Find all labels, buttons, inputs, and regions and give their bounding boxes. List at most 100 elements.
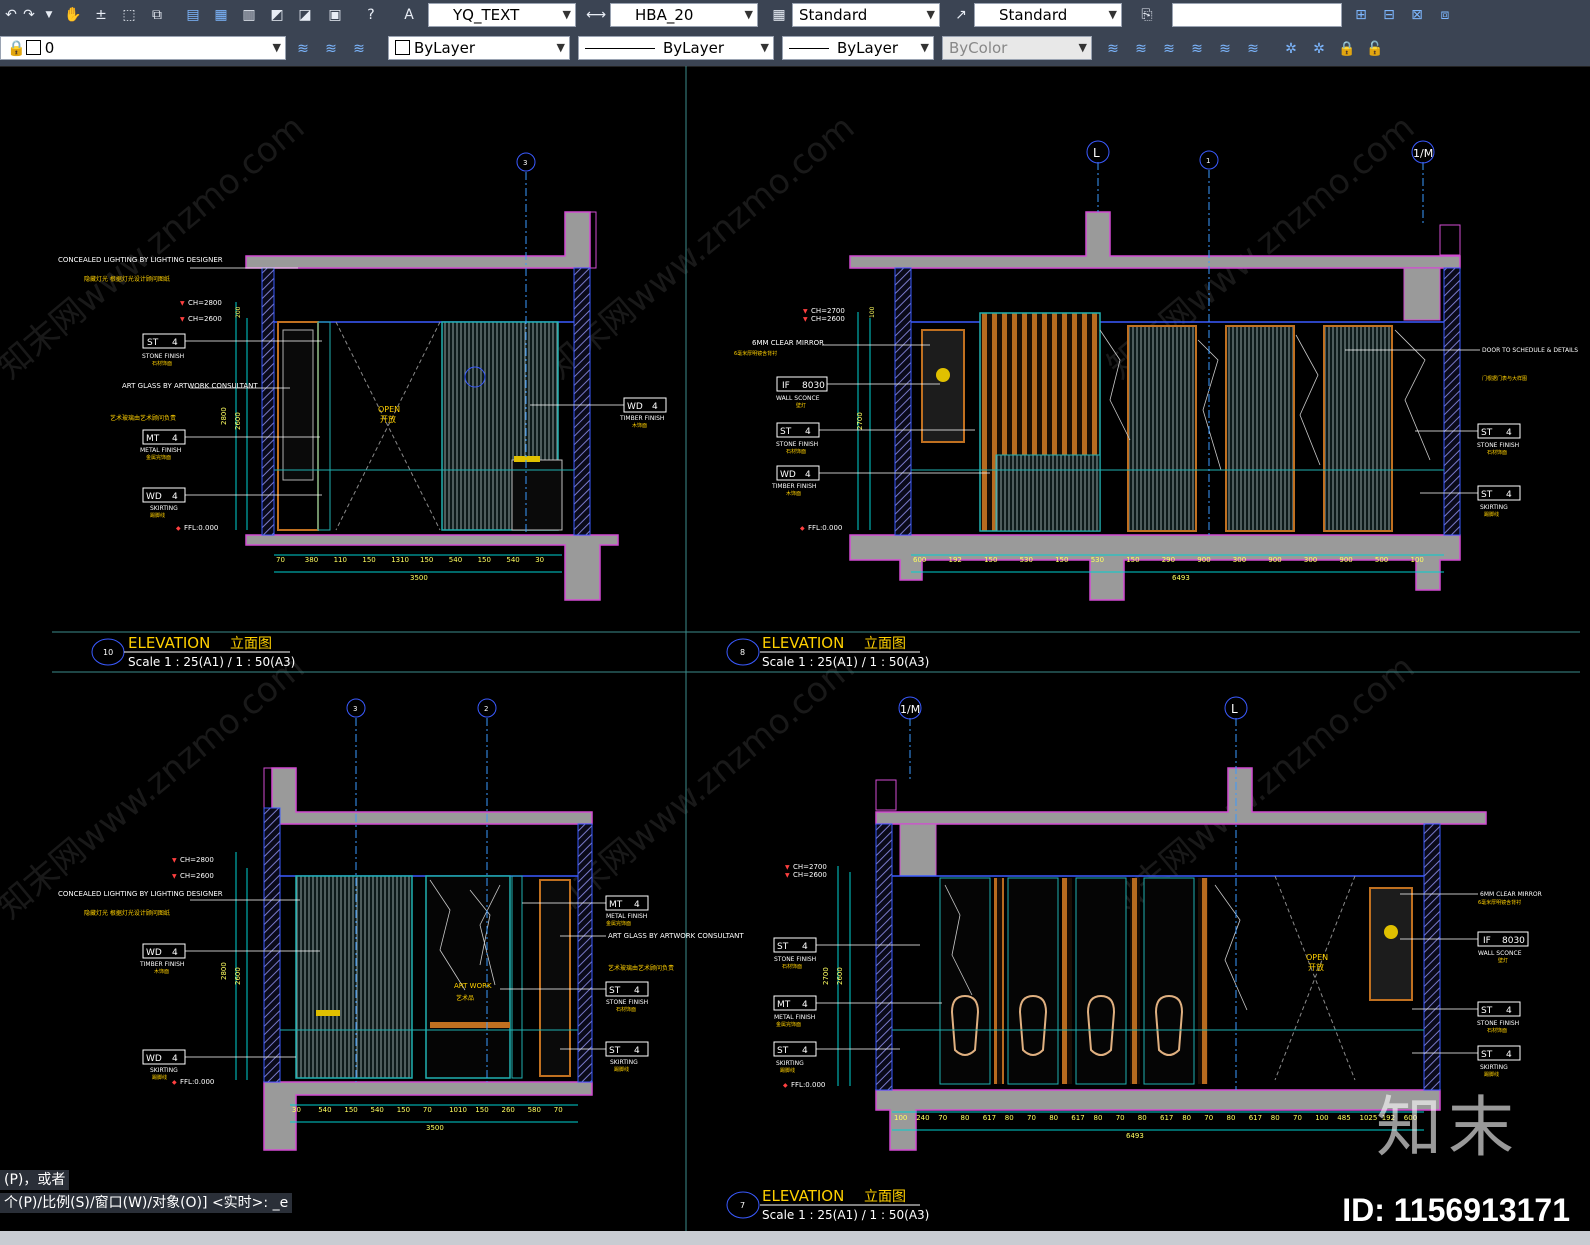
- layer-on-icon[interactable]: ≋: [1186, 38, 1208, 60]
- svg-text:ST: ST: [780, 427, 792, 437]
- svg-text:木饰面: 木饰面: [154, 968, 169, 975]
- floor-slab: [849, 534, 1461, 601]
- tag-st-4: ST 4 STONE FINISH 石材饰面: [773, 937, 920, 970]
- elevation-title-8: 8 ELEVATION 立面图 Scale 1 : 25(A1) / 1 : 5…: [726, 634, 929, 669]
- layers-toolbar: 🔒 0 ▼ ≋ ≋ ≋ ByLayer ▼ ByLayer ▼ ByLayer ▼ ByC…: [0, 32, 1590, 67]
- svg-text:SKIRTING: SKIRTING: [150, 505, 178, 512]
- command-prompt[interactable]: 个(P)/比例(S)/窗口(W)/对象(O)] <实时>: _e: [0, 1193, 293, 1213]
- mirror: [1369, 887, 1413, 1001]
- layer-states-icon[interactable]: ≋: [348, 38, 370, 60]
- lineweight-select[interactable]: ByLayer ▼: [782, 36, 934, 60]
- layer-uniso-icon[interactable]: ≋: [1130, 38, 1152, 60]
- ceiling-slab: [849, 211, 1461, 269]
- layer-previous-icon[interactable]: ≋: [320, 38, 342, 60]
- lock-icon: 🔒: [7, 39, 26, 57]
- zoom-previous-icon[interactable]: ⧉: [146, 4, 168, 26]
- viewport-scale-icon[interactable]: ⊠: [1406, 4, 1428, 26]
- layer-iso-icon[interactable]: ≋: [1102, 38, 1124, 60]
- table-style-icon[interactable]: ▦: [768, 4, 790, 26]
- door-panel: [1323, 325, 1393, 532]
- design-center-icon[interactable]: ▦: [210, 4, 232, 26]
- chevron-down-icon: ▼: [562, 8, 571, 21]
- grid-label: L: [1231, 702, 1238, 716]
- timber-divider: [1198, 878, 1208, 1084]
- new-viewport-icon[interactable]: ⊞: [1350, 4, 1372, 26]
- urinal-bay: [1143, 877, 1195, 1085]
- svg-text:8030: 8030: [802, 381, 825, 391]
- calculator-icon[interactable]: ▣: [324, 4, 346, 26]
- layer-walk-icon[interactable]: ✲: [1280, 38, 1302, 60]
- properties-icon[interactable]: ▤: [182, 4, 204, 26]
- svg-text:金属完饰面: 金属完饰面: [776, 1021, 801, 1028]
- dimension-value: 600: [913, 556, 926, 564]
- sheet-set-icon[interactable]: ◩: [266, 4, 288, 26]
- make-current-layer-icon[interactable]: ≋: [292, 38, 314, 60]
- svg-text:4: 4: [805, 427, 811, 437]
- level-label: CH=2600: [180, 872, 214, 880]
- svg-text:4: 4: [634, 900, 640, 910]
- chevron-down-icon: ▼: [760, 41, 769, 54]
- svg-text:4: 4: [172, 338, 178, 348]
- text-style-icon[interactable]: A: [398, 4, 420, 26]
- tag-mt-4: MT 4 METAL FINISH 金属完饰面: [773, 995, 942, 1028]
- zoom-realtime-icon[interactable]: ±: [90, 4, 112, 26]
- help-icon[interactable]: ?: [360, 4, 382, 26]
- dimension-value: 530: [1091, 556, 1104, 564]
- table-style-select[interactable]: Standard ▼: [792, 3, 940, 27]
- svg-text:SKIRTING: SKIRTING: [610, 1059, 638, 1066]
- redo-icon[interactable]: ↷: [18, 4, 40, 26]
- layer-unlock-icon[interactable]: 🔓: [1364, 38, 1386, 60]
- linetype-select[interactable]: ByLayer ▼: [578, 36, 774, 60]
- dimension-value: 70: [423, 1106, 432, 1114]
- chevron-down-icon: ▼: [1078, 41, 1087, 54]
- artwork-label-cn: 艺术品: [456, 994, 474, 1002]
- grid-label: 1/M: [900, 703, 920, 716]
- svg-text:木饰面: 木饰面: [632, 422, 647, 429]
- layer-freeze-icon[interactable]: ≋: [1214, 38, 1236, 60]
- dimension-value: 540: [371, 1106, 384, 1114]
- svg-text:TIMBER FINISH: TIMBER FINISH: [771, 483, 816, 490]
- dimension-style-select[interactable]: HBA_20 ▼: [610, 3, 758, 27]
- color-select[interactable]: ByLayer ▼: [388, 36, 570, 60]
- redo-dropdown-icon[interactable]: ▼: [38, 4, 60, 26]
- layer-off-icon[interactable]: ≋: [1158, 38, 1180, 60]
- search-input[interactable]: [1172, 3, 1342, 27]
- timber-slat-wall: [295, 875, 413, 1079]
- dimension-value: 617: [1071, 1114, 1084, 1122]
- zoom-window-icon[interactable]: ⬚: [118, 4, 140, 26]
- dimension-total: 6493: [1126, 1132, 1144, 1140]
- dimension-value: 192: [949, 556, 962, 564]
- svg-text:WALL SCONCE: WALL SCONCE: [1478, 950, 1522, 957]
- pan-icon[interactable]: ✋: [62, 4, 84, 26]
- publish-icon[interactable]: ⧈: [1434, 4, 1456, 26]
- image-id: ID: 1156913171: [1342, 1192, 1570, 1228]
- dimension-value: 100: [894, 1114, 907, 1122]
- grid-label: 2: [484, 705, 488, 713]
- markup-icon[interactable]: ◪: [294, 4, 316, 26]
- dimension-value: 100: [1315, 1114, 1328, 1122]
- svg-text:STONE FINISH: STONE FINISH: [142, 353, 184, 360]
- drawing-canvas[interactable]: 知末网www.znzmo.com 知末网www.znzmo.com 知末网www…: [0, 66, 1590, 1245]
- wall-sconce-icon: [1384, 925, 1398, 939]
- wall-sconce-icon: [936, 368, 950, 382]
- text-style-select[interactable]: YQ_TEXT ▼: [428, 3, 576, 27]
- mirror: [921, 329, 965, 443]
- layer-match-icon[interactable]: ✲: [1308, 38, 1330, 60]
- match-properties-icon[interactable]: ⎘: [1136, 4, 1158, 26]
- svg-text:4: 4: [172, 434, 178, 444]
- layer-lock-icon[interactable]: 🔒: [1336, 38, 1358, 60]
- art-glass-note: ART GLASS BY ARTWORK CONSULTANT: [122, 382, 258, 390]
- svg-text:STONE FINISH: STONE FINISH: [1477, 1020, 1519, 1027]
- dimension-value: 150: [420, 556, 433, 564]
- multileader-style-select[interactable]: Standard ▼: [974, 3, 1122, 27]
- svg-text:STONE FINISH: STONE FINISH: [606, 999, 648, 1006]
- dimension-style-icon[interactable]: ⟷: [585, 4, 607, 26]
- dimension-value: 70: [1116, 1114, 1125, 1122]
- multileader-style-icon[interactable]: ↗: [950, 4, 972, 26]
- layer-thaw-icon[interactable]: ≋: [1242, 38, 1264, 60]
- svg-text:WD: WD: [146, 948, 162, 958]
- layer-select[interactable]: 🔒 0 ▼: [0, 36, 286, 60]
- layout-icon[interactable]: ⊟: [1378, 4, 1400, 26]
- svg-text:TIMBER FINISH: TIMBER FINISH: [139, 961, 184, 968]
- tool-palettes-icon[interactable]: ▥: [238, 4, 260, 26]
